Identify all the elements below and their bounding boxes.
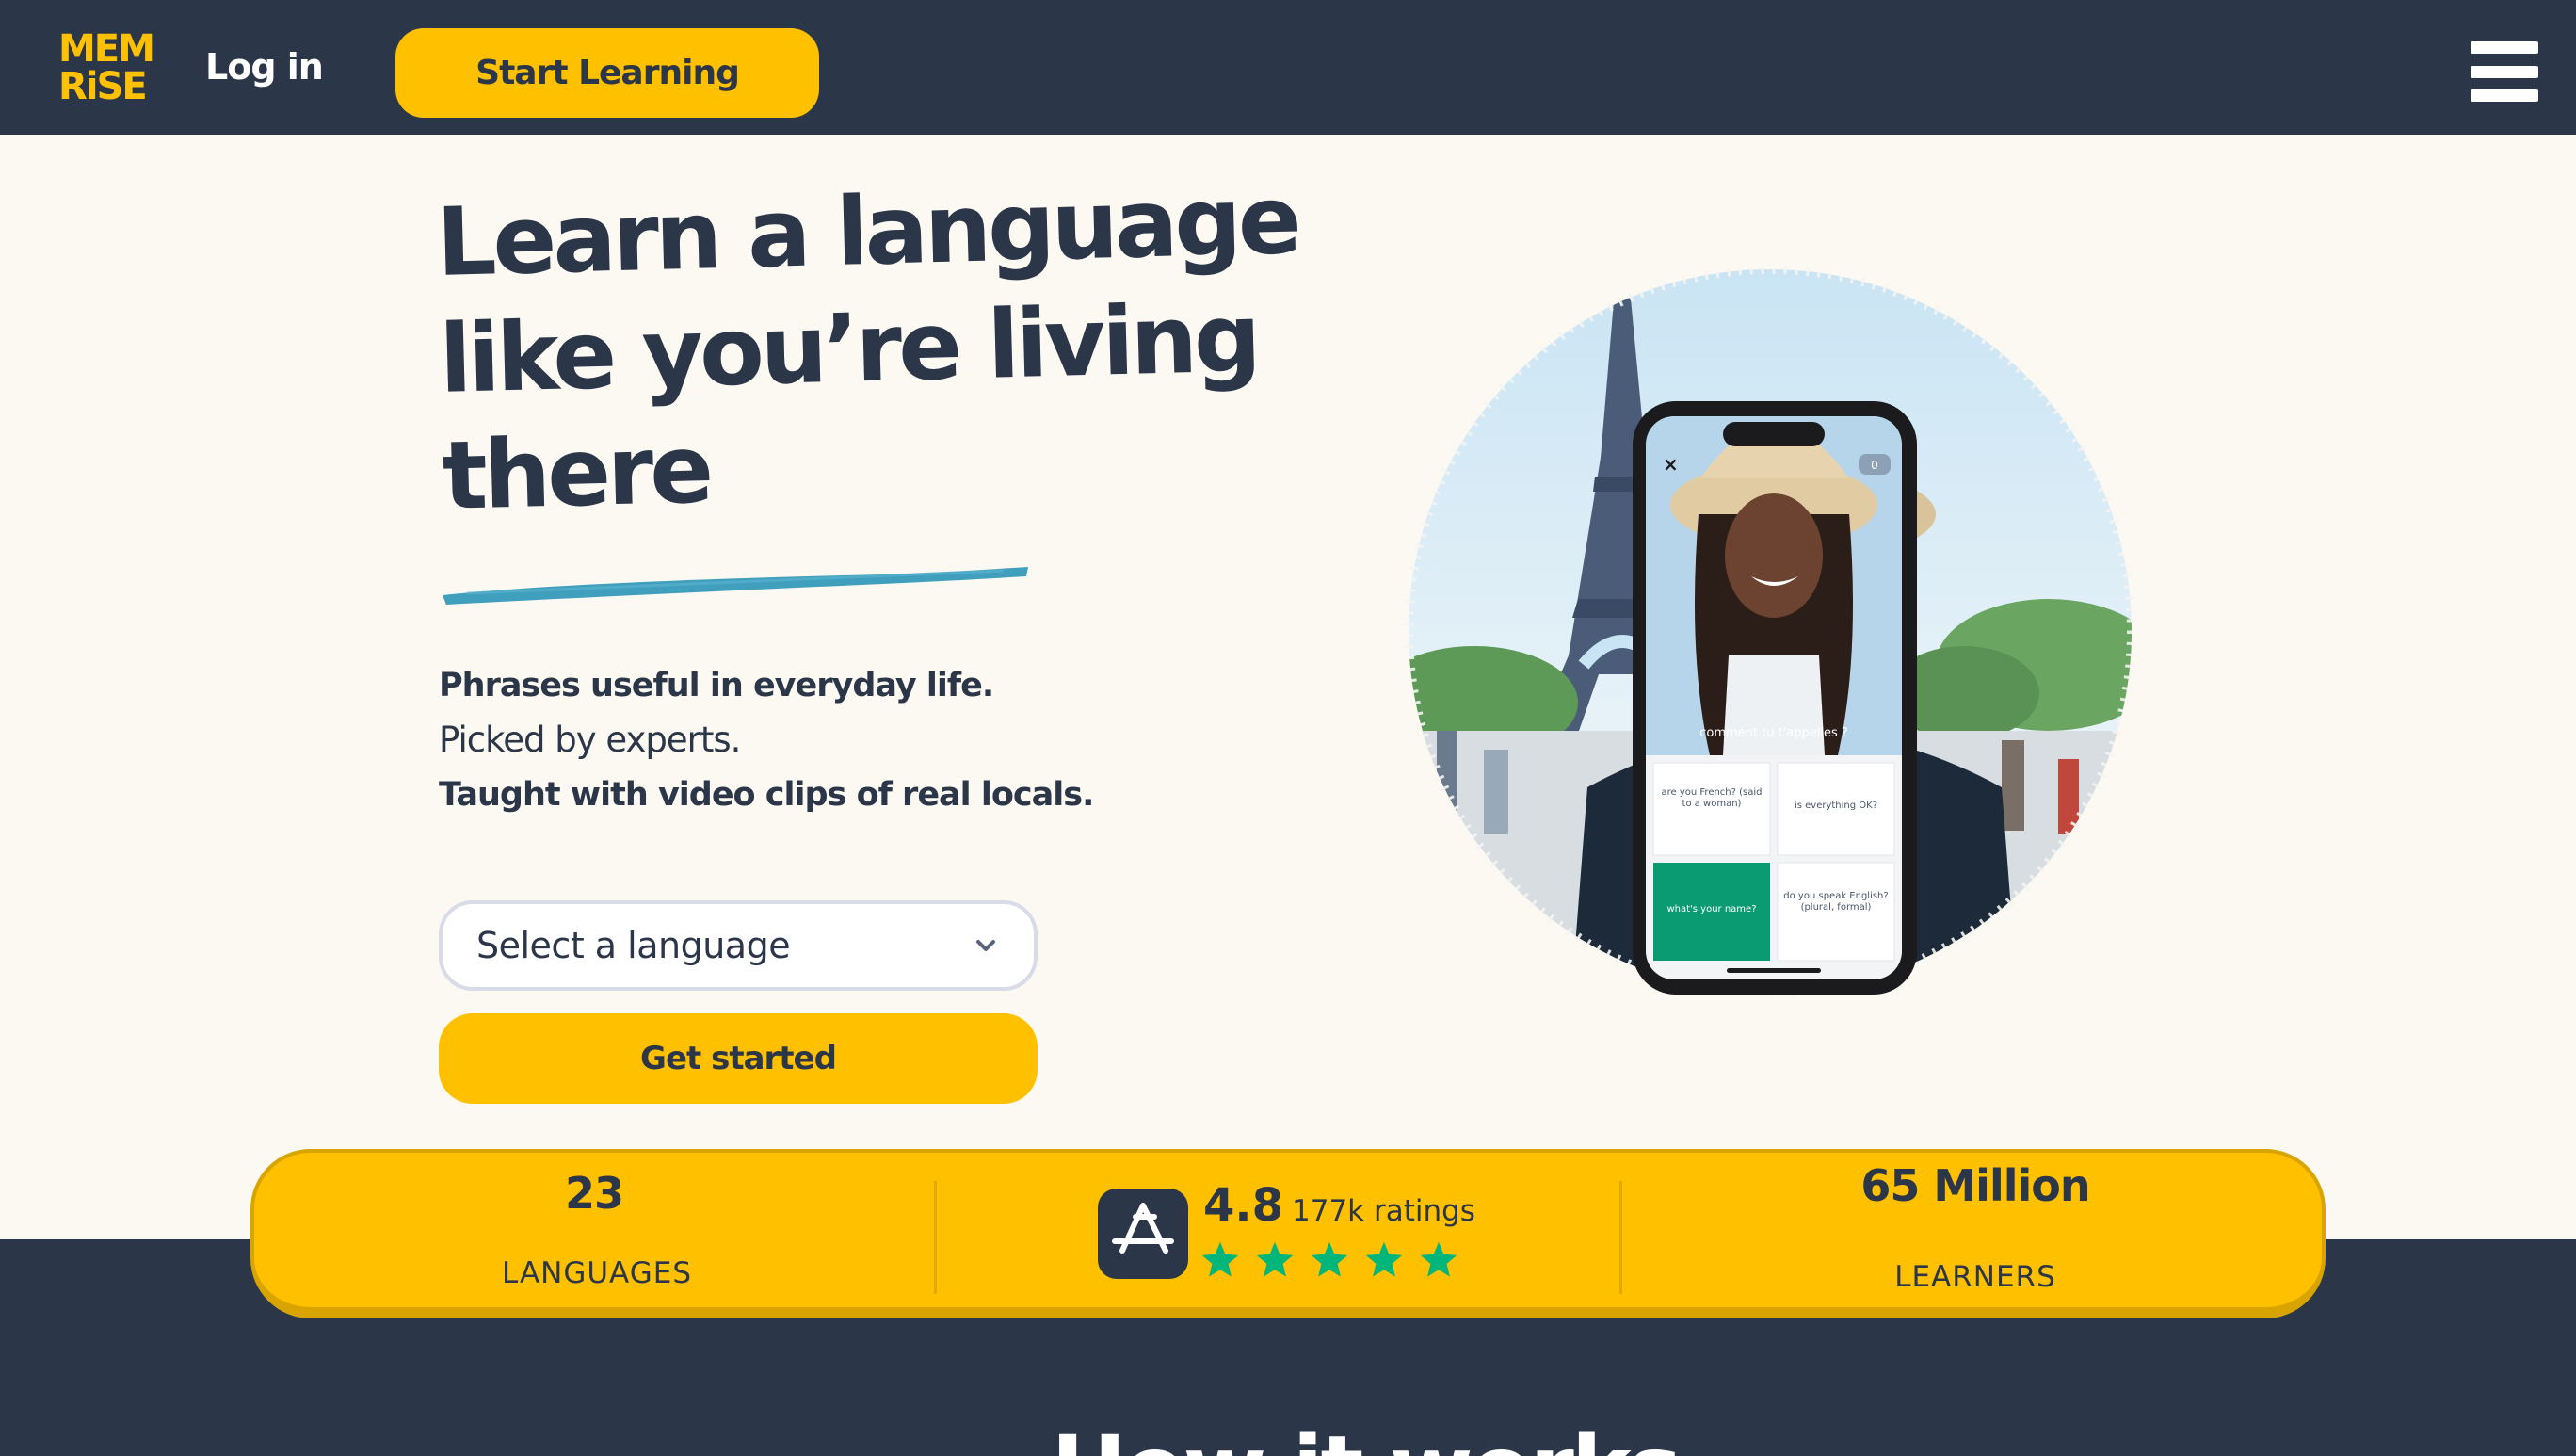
answer-option: is everything OK? <box>1794 801 1878 811</box>
star-icon <box>1420 1241 1457 1277</box>
login-link[interactable]: Log in <box>205 43 324 90</box>
menu-bar <box>2471 65 2538 78</box>
star-icon <box>1365 1241 1403 1277</box>
app-rating-value: 4.8 <box>1203 1179 1284 1232</box>
rating-stars <box>1199 1239 1459 1281</box>
language-select-placeholder: Select a language <box>476 925 791 966</box>
app-store-icon[interactable] <box>1098 1189 1188 1279</box>
get-started-button[interactable]: Get started <box>439 1013 1038 1104</box>
hero-title-line-3: there <box>441 413 712 531</box>
phone-counter: 0 <box>1871 459 1878 472</box>
section-heading-partial: How it works <box>1036 1413 1695 1456</box>
answer-option: do you speak English? (plural, formal) <box>1783 891 1889 913</box>
tagline-video-clips: Taught with video clips of real locals. <box>439 776 1094 814</box>
learners-count: 65 Million <box>1860 1160 2090 1211</box>
phone-close-icon: × <box>1663 453 1679 476</box>
answer-option-selected: what's your name? <box>1666 904 1757 914</box>
star-icon <box>1201 1241 1239 1277</box>
memrise-logo[interactable]: MEM RiSE <box>58 27 155 109</box>
language-select[interactable]: Select a language <box>439 900 1038 991</box>
top-navigation: MEM RiSE Log in Start Learning <box>0 0 2576 135</box>
logo-line-2: RiSE <box>58 65 148 108</box>
hero-illustration: × 0 comment tu t'appelles ? are you Fren… <box>1402 263 2138 999</box>
languages-count: 23 <box>564 1168 624 1219</box>
phone-prompt: comment tu t'appelles ? <box>1699 726 1848 740</box>
answer-option: are you French? (said to a woman) <box>1661 787 1763 809</box>
star-icon <box>1256 1241 1294 1277</box>
stats-bar: 23 LANGUAGES 4.8 177k ratings 65 Million… <box>250 1149 2326 1318</box>
menu-bar <box>2471 89 2538 102</box>
star-icon <box>1311 1241 1348 1277</box>
brush-underline <box>443 567 1028 605</box>
tagline-experts: Picked by experts. <box>439 720 741 760</box>
app-ratings-count: 177k ratings <box>1292 1194 1475 1228</box>
menu-bar <box>2471 41 2538 54</box>
chevron-down-icon <box>976 940 995 951</box>
tagline-everyday: Phrases useful in everyday life. <box>439 667 994 704</box>
learners-label: LEARNERS <box>1894 1260 2056 1294</box>
phone-mockup: × 0 comment tu t'appelles ? are you Fren… <box>1633 401 1917 995</box>
hamburger-menu-icon[interactable] <box>2471 41 2538 102</box>
stats-divider <box>934 1181 937 1294</box>
hero-title-line-2: like you’re living <box>438 283 1259 414</box>
hero-title: Learn a language like you’re living ther… <box>435 161 1328 534</box>
hero-title-line-1: Learn a language <box>435 165 1300 298</box>
start-learning-button[interactable]: Start Learning <box>395 28 819 118</box>
languages-label: LANGUAGES <box>501 1256 693 1290</box>
logo-line-1: MEM <box>58 27 155 71</box>
